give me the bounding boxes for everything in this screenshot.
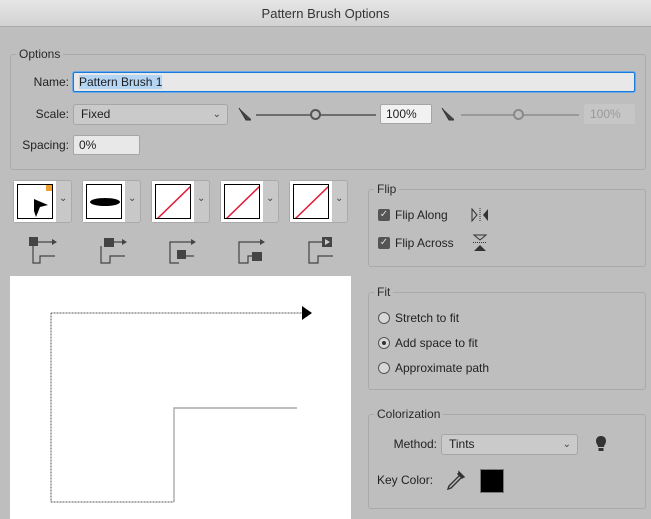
name-input-value: Pattern Brush 1 bbox=[79, 75, 163, 89]
add-space-to-fit-label: Add space to fit bbox=[395, 336, 478, 350]
tile-end[interactable]: ⌄ bbox=[220, 180, 279, 223]
min-scale-value: 100% bbox=[386, 107, 417, 121]
colorization-group bbox=[368, 414, 646, 509]
inner-corner-tile-icon bbox=[169, 239, 196, 264]
tile-start[interactable]: ⌄ bbox=[289, 180, 348, 223]
key-color-swatch[interactable] bbox=[480, 469, 504, 493]
outer-corner-tile-icon bbox=[29, 237, 57, 264]
key-color-label: Key Color: bbox=[377, 473, 434, 487]
stretch-to-fit-radio[interactable] bbox=[378, 312, 390, 324]
max-scale-input: 100% bbox=[584, 104, 635, 124]
name-label: Name: bbox=[33, 75, 69, 89]
spacing-input[interactable]: 0% bbox=[73, 135, 140, 155]
chevron-down-icon: ⌄ bbox=[562, 439, 571, 450]
scale-select[interactable]: Fixed ⌄ bbox=[73, 104, 228, 125]
title-bar: Pattern Brush Options bbox=[0, 0, 651, 27]
chevron-down-icon[interactable]: ⌄ bbox=[335, 193, 343, 204]
flip-along-checkbox[interactable]: ✓ bbox=[378, 209, 390, 221]
tile-side[interactable]: ⌄ bbox=[82, 180, 141, 223]
max-scale-icon bbox=[441, 107, 454, 121]
flip-across-icon bbox=[472, 234, 488, 251]
max-scale-slider-knob[interactable] bbox=[513, 109, 524, 120]
method-select-value: Tints bbox=[449, 437, 475, 451]
chevron-down-icon[interactable]: ⌄ bbox=[128, 193, 136, 204]
name-input[interactable]: Pattern Brush 1 bbox=[73, 72, 635, 92]
min-scale-input[interactable]: 100% bbox=[380, 104, 432, 124]
scale-label: Scale: bbox=[35, 107, 69, 121]
brush-preview bbox=[10, 276, 351, 519]
stretch-to-fit-label: Stretch to fit bbox=[395, 311, 460, 325]
end-tile-icon bbox=[238, 239, 265, 264]
spacing-value: 0% bbox=[79, 138, 97, 152]
tile-outer-corner[interactable]: ⌄ bbox=[13, 180, 72, 223]
chevron-down-icon[interactable]: ⌄ bbox=[197, 193, 205, 204]
approximate-path-radio[interactable] bbox=[378, 362, 390, 374]
method-label: Method: bbox=[393, 437, 437, 451]
start-tile-icon bbox=[308, 237, 333, 264]
flip-along-icon bbox=[471, 207, 488, 223]
colorization-legend: Colorization bbox=[374, 407, 444, 421]
fit-legend: Fit bbox=[374, 285, 394, 299]
scale-select-value: Fixed bbox=[81, 107, 111, 121]
flip-along-label: Flip Along bbox=[395, 208, 448, 222]
flip-legend: Flip bbox=[374, 182, 400, 196]
tips-lightbulb-icon[interactable] bbox=[595, 435, 607, 453]
chevron-down-icon[interactable]: ⌄ bbox=[266, 193, 274, 204]
window-title: Pattern Brush Options bbox=[261, 6, 390, 21]
flip-across-label: Flip Across bbox=[395, 236, 454, 250]
spacing-label: Spacing: bbox=[22, 138, 69, 152]
add-space-to-fit-radio[interactable] bbox=[378, 337, 390, 349]
eyedropper-icon[interactable] bbox=[446, 470, 466, 492]
flip-group bbox=[368, 189, 646, 267]
method-select[interactable]: Tints ⌄ bbox=[441, 434, 578, 455]
min-scale-icon bbox=[238, 107, 251, 121]
max-scale-value: 100% bbox=[590, 107, 621, 121]
tile-inner-corner[interactable]: ⌄ bbox=[151, 180, 210, 223]
min-scale-slider-knob[interactable] bbox=[310, 109, 321, 120]
preview-arrow bbox=[302, 306, 312, 320]
options-legend: Options bbox=[16, 47, 64, 61]
flip-across-checkbox[interactable]: ✓ bbox=[378, 237, 390, 249]
chevron-down-icon[interactable]: ⌄ bbox=[59, 193, 67, 204]
side-tile-icon bbox=[100, 238, 127, 264]
preview-inner-path bbox=[173, 407, 297, 502]
chevron-down-icon: ⌄ bbox=[212, 109, 221, 120]
approximate-path-label: Approximate path bbox=[395, 361, 490, 375]
